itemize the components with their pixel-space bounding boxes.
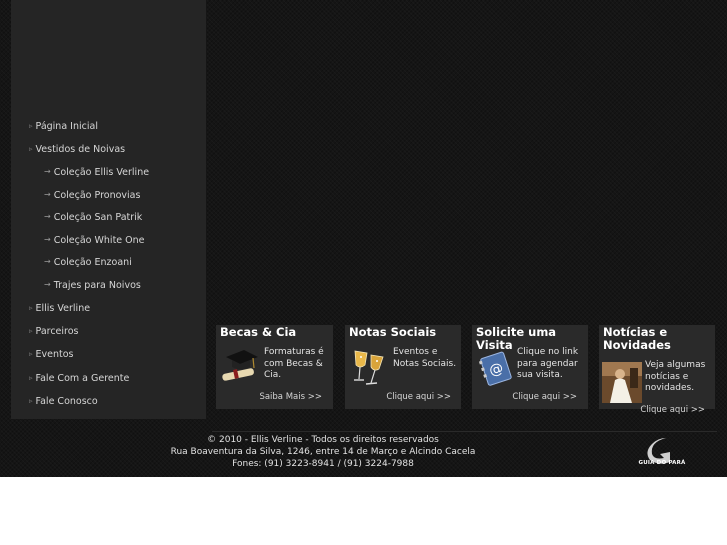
nav-item-vestidos-de-noivas[interactable]: ▹ Vestidos de Noivas (29, 144, 125, 155)
nav-item-fale-com-a-gerente[interactable]: ▹ Fale Com a Gerente (29, 373, 129, 384)
address-book-icon: @ (478, 351, 512, 386)
arrow-right-icon: → (44, 190, 51, 199)
arrow-right-icon: → (44, 280, 51, 289)
arrow-right-icon: → (44, 212, 51, 221)
graduation-cap-diploma-icon (222, 350, 258, 381)
box-description: Formaturas é com Becas & Cia. (264, 347, 324, 380)
nav-subitem-trajes-para-noivos[interactable]: → Trajes para Noivos (44, 280, 141, 291)
nav-item-fale-conosco[interactable]: ▹ Fale Conosco (29, 396, 98, 407)
nav-subitem-colecao-san-patrik[interactable]: → Coleção San Patrik (44, 212, 142, 223)
nav-item-label: Fale Conosco (35, 396, 98, 407)
saiba-mais-link[interactable]: Saiba Mais >> (244, 392, 322, 403)
nav-item-ellis-verline[interactable]: ▹ Ellis Verline (29, 303, 90, 314)
nav-item-pagina-inicial[interactable]: ▹ Página Inicial (29, 121, 98, 132)
nav-subitem-colecao-white-one[interactable]: → Coleção White One (44, 235, 145, 246)
nav-item-label: Vestidos de Noivas (35, 144, 126, 155)
triangle-right-icon: ▹ (29, 122, 33, 130)
nav-item-label: Trajes para Noivos (53, 280, 141, 291)
box-title: Notícias e Novidades (603, 325, 671, 352)
noticias-novidades-box: Notícias e Novidades Veja algumas notíci… (599, 325, 715, 415)
box-title: Becas & Cia (220, 325, 297, 339)
nav-subitem-colecao-enzoani[interactable]: → Coleção Enzoani (44, 257, 132, 268)
nav-item-label: Coleção Pronovias (53, 190, 141, 201)
clique-aqui-link[interactable]: Clique aqui >> (639, 405, 705, 416)
clique-aqui-link[interactable]: Clique aqui >> (385, 392, 451, 403)
triangle-right-icon: ▹ (29, 397, 33, 405)
triangle-right-icon: ▹ (29, 145, 33, 153)
footer-address: Rua Boaventura da Silva, 1246, entre 14 … (170, 447, 476, 457)
arrow-right-icon: → (44, 257, 51, 266)
news-photo-thumbnail (602, 362, 642, 403)
footer-copyright: © 2010 - Ellis Verline - Todos os direit… (207, 435, 439, 445)
nav-item-label: Coleção Ellis Verline (53, 167, 150, 178)
clique-aqui-link[interactable]: Clique aqui >> (502, 392, 577, 403)
guia-do-para-logo-label: GUIA DO PARÁ (638, 460, 686, 466)
footer-phones: Fones: (91) 3223-8941 / (91) 3224-7988 (232, 459, 414, 469)
triangle-right-icon: ▹ (29, 327, 33, 335)
box-description: Clique no link para agendar sua visita. (517, 347, 579, 380)
arrow-right-icon: → (44, 167, 51, 176)
nav-item-label: Ellis Verline (35, 303, 91, 314)
triangle-right-icon: ▹ (29, 350, 33, 358)
nav-item-eventos[interactable]: ▹ Eventos (29, 349, 74, 360)
nav-subitem-colecao-pronovias[interactable]: → Coleção Pronovias (44, 190, 140, 201)
nav-item-label: Coleção White One (53, 235, 145, 246)
nav-item-parceiros[interactable]: ▹ Parceiros (29, 326, 79, 337)
nav-item-label: Coleção San Patrik (53, 212, 143, 223)
notas-sociais-box: Notas Sociais Eventos e Notas Sociais. C… (345, 325, 461, 409)
nav-item-label: Eventos (35, 349, 74, 360)
nav-item-label: Fale Com a Gerente (35, 373, 130, 384)
arrow-right-icon: → (44, 235, 51, 244)
triangle-right-icon: ▹ (29, 304, 33, 312)
nav-item-label: Página Inicial (35, 121, 98, 132)
nav-item-label: Coleção Enzoani (53, 257, 132, 268)
nav-subitem-colecao-ellis-verline[interactable]: → Coleção Ellis Verline (44, 167, 149, 178)
champagne-glasses-icon (354, 350, 384, 385)
sidebar: ▹ Página Inicial ▹ Vestidos de Noivas → Col… (11, 0, 206, 419)
footer-divider (212, 431, 717, 432)
box-description: Eventos e Notas Sociais. (393, 347, 457, 369)
solicite-visita-box: Solicite uma Visita @ Clique no link par… (472, 325, 588, 409)
triangle-right-icon: ▹ (29, 374, 33, 382)
site-background: ▹ Página Inicial ▹ Vestidos de Noivas → Col… (0, 0, 727, 477)
box-title: Notas Sociais (349, 325, 437, 339)
nav-item-label: Parceiros (35, 326, 79, 337)
box-description: Veja algumas notícias e novidades. (645, 360, 706, 393)
becas-cia-box: Becas & Cia Formaturas é com Becas & Cia… (216, 325, 333, 409)
